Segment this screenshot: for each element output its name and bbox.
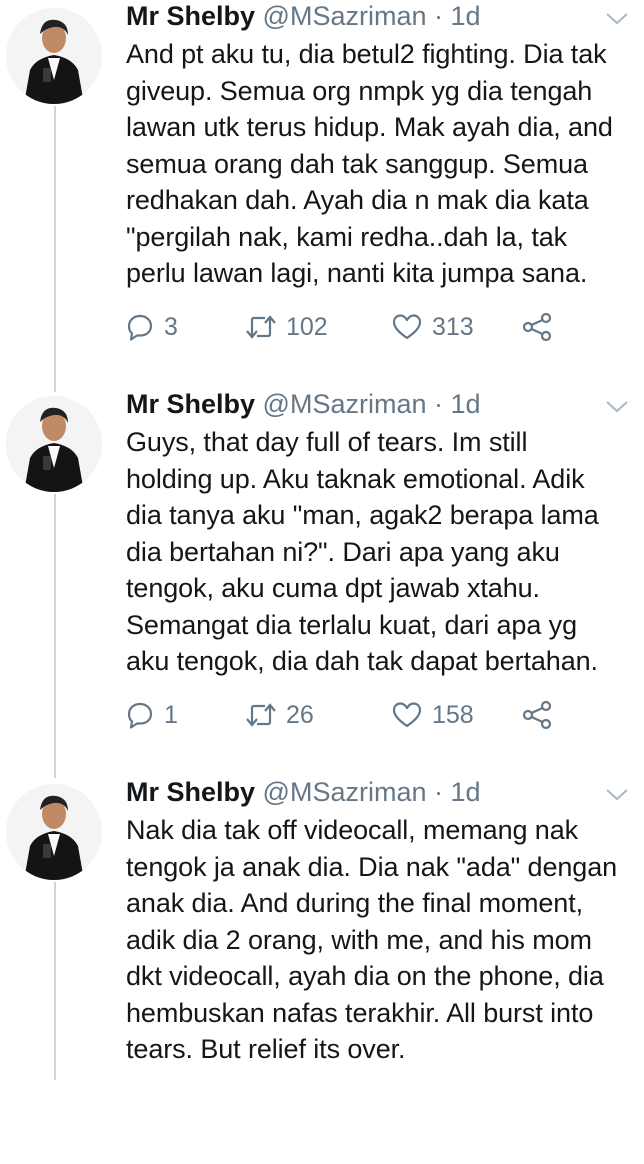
author-handle[interactable]: @MSazriman (263, 1, 427, 31)
tweet-timestamp[interactable]: 1d (451, 1, 481, 31)
reply-count: 1 (164, 700, 178, 729)
retweet-count: 26 (286, 700, 314, 729)
avatar[interactable] (6, 784, 102, 880)
retweet-count: 102 (286, 312, 328, 341)
tweet-timestamp[interactable]: 1d (451, 389, 481, 419)
share-button[interactable] (522, 700, 554, 730)
reply-icon (127, 314, 153, 341)
share-icon (522, 700, 552, 730)
tweet-header: Mr Shelby @MSazriman · 1d (126, 776, 636, 808)
retweet-button[interactable]: 26 (246, 701, 392, 730)
header-separator: · (434, 777, 444, 807)
like-button[interactable]: 313 (392, 313, 522, 342)
retweet-button[interactable]: 102 (246, 313, 392, 342)
header-separator: · (434, 389, 444, 419)
share-icon (522, 312, 552, 342)
tweet-content: Mr Shelby @MSazriman · 1d Nak dia tak of… (126, 776, 636, 1068)
tweet[interactable]: Mr Shelby @MSazriman · 1d And pt aku tu,… (0, 0, 644, 388)
chevron-down-icon[interactable] (604, 396, 630, 416)
retweet-icon (246, 315, 276, 339)
tweet-text: Nak dia tak off videocall, memang nak te… (126, 815, 618, 1064)
retweet-icon (246, 703, 276, 727)
avatar[interactable] (6, 8, 102, 104)
tweet-header: Mr Shelby @MSazriman · 1d (126, 388, 636, 420)
reply-button[interactable]: 1 (126, 701, 246, 730)
tweet[interactable]: Mr Shelby @MSazriman · 1d Guys, that day… (0, 388, 644, 776)
reply-button[interactable]: 3 (126, 313, 246, 342)
tweet-actions: 1 26 158 (126, 700, 554, 730)
tweet-header: Mr Shelby @MSazriman · 1d (126, 0, 636, 32)
tweet-content: Mr Shelby @MSazriman · 1d And pt aku tu,… (126, 0, 636, 342)
chevron-down-icon[interactable] (604, 784, 630, 804)
author-name[interactable]: Mr Shelby (126, 1, 255, 31)
tweet-text: Guys, that day full of tears. Im still h… (126, 427, 599, 676)
chevron-down-icon[interactable] (604, 8, 630, 28)
share-button[interactable] (522, 312, 554, 342)
author-handle[interactable]: @MSazriman (263, 777, 427, 807)
author-name[interactable]: Mr Shelby (126, 777, 255, 807)
heart-icon (392, 314, 422, 340)
like-count: 158 (432, 700, 474, 729)
reply-icon (127, 702, 153, 729)
tweet[interactable]: Mr Shelby @MSazriman · 1d Nak dia tak of… (0, 776, 644, 1164)
header-separator: · (434, 1, 444, 31)
tweet-text: And pt aku tu, dia betul2 fighting. Dia … (126, 39, 613, 288)
tweet-content: Mr Shelby @MSazriman · 1d Guys, that day… (126, 388, 636, 730)
like-count: 313 (432, 312, 474, 341)
author-handle[interactable]: @MSazriman (263, 389, 427, 419)
tweet-actions: 3 102 313 (126, 312, 554, 342)
avatar[interactable] (6, 396, 102, 492)
like-button[interactable]: 158 (392, 701, 522, 730)
author-name[interactable]: Mr Shelby (126, 389, 255, 419)
tweet-timestamp[interactable]: 1d (451, 777, 481, 807)
heart-icon (392, 702, 422, 728)
reply-count: 3 (164, 312, 178, 341)
